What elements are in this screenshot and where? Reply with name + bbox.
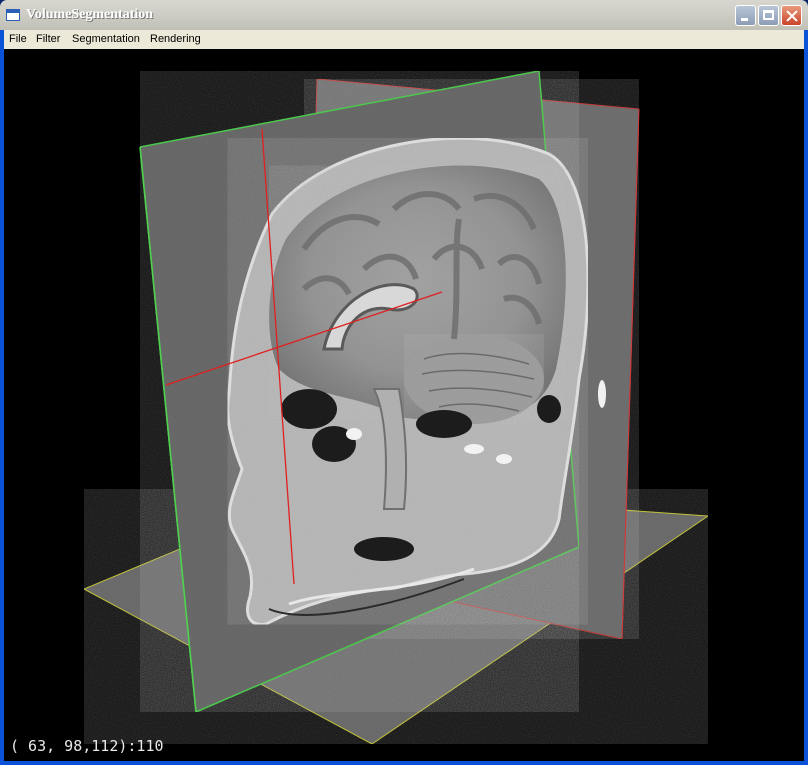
volume-render-canvas[interactable] [4, 49, 804, 761]
window-frame-bottom [0, 761, 808, 765]
minimize-button[interactable] [735, 5, 756, 26]
menu-file[interactable]: File [9, 33, 27, 45]
window-title: VolumeSegmentation [26, 7, 154, 22]
minimize-icon [736, 6, 755, 25]
menu-bar: File Filter Segmentation Rendering [4, 30, 804, 49]
maximize-icon [759, 6, 778, 25]
menu-segmentation[interactable]: Segmentation [72, 33, 140, 45]
voxel-coordinate-readout: ( 63, 98,112):110 [10, 737, 164, 755]
window-frame-right [804, 30, 808, 765]
menu-filter[interactable]: Filter [36, 33, 60, 45]
maximize-button[interactable] [758, 5, 779, 26]
window-icon[interactable] [6, 9, 20, 21]
title-bar[interactable]: VolumeSegmentation [0, 0, 808, 30]
app-window: VolumeSegmentation File Filter Segmentat… [0, 0, 808, 765]
menu-rendering[interactable]: Rendering [150, 33, 201, 45]
close-icon [782, 6, 801, 25]
close-button[interactable] [781, 5, 802, 26]
render-viewport[interactable]: ( 63, 98,112):110 [4, 49, 804, 761]
cerebellum [404, 334, 544, 424]
